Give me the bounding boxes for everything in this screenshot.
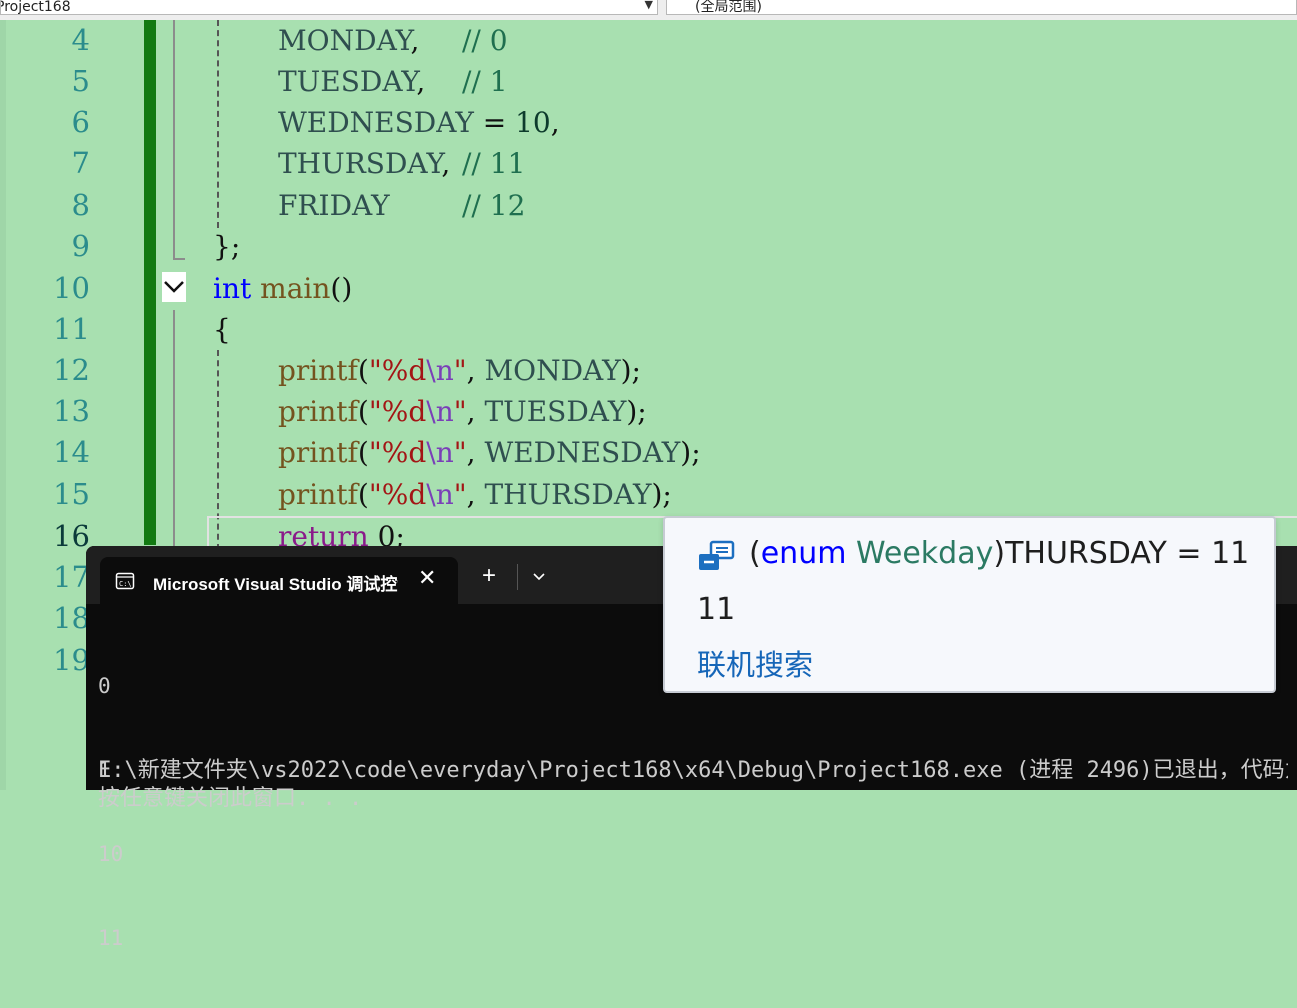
code-line: 4 MONDAY, // 0 [0,20,1297,61]
code-text: printf("%d\n", WEDNESDAY); [278,436,701,469]
code-text: printf("%d\n", TUESDAY); [278,395,647,428]
process-exit-message: E:\新建文件夹\vs2022\code\everyday\Project168… [98,758,1288,783]
code-text: { [213,313,231,346]
code-text: printf("%d\n", THURSDAY); [278,478,672,511]
quick-info-value: 11 [697,592,736,627]
code-line: 10 int main() [0,268,1297,309]
console-line: 11 [98,926,124,950]
code-line: 15 printf("%d\n", THURSDAY); [0,474,1297,515]
code-text: MONDAY, [278,24,420,57]
code-line: 11 { [0,309,1297,350]
search-online-link[interactable]: 联机搜索 [697,645,813,685]
line-number: 9 [71,229,90,263]
line-number: 10 [53,271,90,305]
code-text: int main() [213,272,353,305]
code-line: 12 printf("%d\n", MONDAY); [0,350,1297,391]
code-line: 9 }; [0,226,1297,267]
code-comment: // 12 [462,189,526,222]
line-number: 6 [71,105,90,139]
line-number: 18 [53,601,90,635]
line-number: 15 [53,477,90,511]
chevron-down-icon[interactable]: ▼ [645,0,653,12]
code-text: WEDNESDAY = 10, [278,106,560,139]
line-number: 14 [53,435,90,469]
console-icon: C:\ [115,572,135,590]
line-number: 17 [53,560,90,594]
project-combo[interactable]: Project168 ▼ [0,0,658,15]
tab-title: Microsoft Visual Studio 调试控制台 [153,575,398,594]
line-number: 11 [53,312,90,346]
code-comment: // 0 [462,24,508,57]
line-number: 5 [71,64,90,98]
console-line: 10 [98,842,124,866]
quick-info-tooltip: (enum Weekday)THURSDAY = 11 11 联机搜索 [663,516,1276,693]
code-line: 14 printf("%d\n", WEDNESDAY); [0,432,1297,473]
divider [517,564,518,590]
code-line: 8 FRIDAY // 12 [0,185,1297,226]
code-line: 13 printf("%d\n", TUESDAY); [0,391,1297,432]
new-tab-button[interactable]: + [482,564,496,588]
code-text: TUESDAY, [278,65,426,98]
line-number: 4 [71,23,90,57]
line-number: 16 [53,519,90,553]
line-number: 19 [53,643,90,677]
line-number: 8 [71,188,90,222]
terminal-tab[interactable]: C:\ Microsoft Visual Studio 调试控制台 ✕ [100,557,458,604]
scope-combo-label: (全局范围) [695,0,762,15]
svg-text:C:\: C:\ [119,580,132,588]
chevron-down-icon[interactable] [530,568,548,586]
close-icon[interactable]: ✕ [418,565,436,591]
quick-info-signature: (enum Weekday)THURSDAY = 11 [749,536,1250,571]
line-number: 13 [53,394,90,428]
code-comment: // 11 [462,147,526,180]
code-text: FRIDAY [278,189,390,222]
line-number: 12 [53,353,90,387]
code-text: printf("%d\n", MONDAY); [278,354,641,387]
scope-combo[interactable]: (全局范围) [666,0,1297,15]
code-text: THURSDAY, [278,147,451,180]
enum-member-icon [699,540,735,570]
code-line: 5 TUESDAY, // 1 [0,61,1297,102]
code-comment: // 1 [462,65,508,98]
press-any-key-message: 按任意键关闭此窗口. . . [98,786,363,811]
code-line: 6 WEDNESDAY = 10, [0,102,1297,143]
navigation-bar: Project168 ▼ (全局范围) [0,0,1297,20]
project-combo-label: Project168 [0,0,71,15]
line-number: 7 [71,146,90,180]
code-line: 7 THURSDAY, // 11 [0,143,1297,184]
code-text: }; [213,230,241,263]
